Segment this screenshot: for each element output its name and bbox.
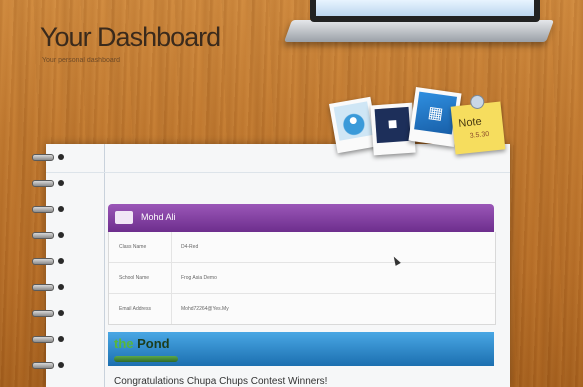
note-title: Note bbox=[457, 115, 483, 130]
page-subtitle: Your personal dashboard bbox=[42, 57, 120, 64]
spiral-ring bbox=[32, 180, 66, 187]
pushpin-icon bbox=[469, 94, 485, 110]
profile-row-value: D4-Red bbox=[181, 244, 199, 250]
spiral-ring bbox=[32, 154, 66, 161]
news-headline[interactable]: Congratulations Chupa Chups Contest Winn… bbox=[114, 376, 327, 387]
photo-album-icon: ● bbox=[346, 111, 360, 130]
profile-card-icon bbox=[115, 211, 133, 224]
spiral-ring bbox=[32, 362, 66, 369]
profile-card-body: Class Name D4-Red School Name Frog Asia … bbox=[108, 232, 496, 325]
notebook-rule bbox=[46, 172, 510, 173]
note-detail: 3.5.30 bbox=[469, 130, 490, 140]
page-title: Your Dashboard bbox=[40, 22, 221, 52]
pond-grass-decoration bbox=[114, 356, 178, 362]
profile-name: Mohd Ali bbox=[141, 212, 176, 222]
profile-row-label: Class Name bbox=[119, 244, 147, 250]
media-polaroid[interactable]: ■ bbox=[370, 102, 416, 156]
media-player-icon: ■ bbox=[387, 115, 399, 134]
spiral-ring bbox=[32, 336, 66, 343]
profile-row-label: School Name bbox=[119, 275, 150, 281]
spiral-ring bbox=[32, 206, 66, 213]
spiral-ring bbox=[32, 258, 66, 265]
pond-logo: the Pond bbox=[114, 336, 170, 351]
pond-banner[interactable]: the Pond bbox=[108, 332, 494, 366]
laptop-screen bbox=[310, 0, 540, 22]
profile-row-value: Frog Asia Demo bbox=[181, 275, 217, 281]
profile-row-value: Mohd72264@Yes.My bbox=[181, 306, 229, 312]
profile-row-label: Email Address bbox=[119, 306, 151, 312]
laptop-base bbox=[283, 20, 555, 42]
spiral-ring bbox=[32, 284, 66, 291]
profile-row: School Name Frog Asia Demo bbox=[109, 263, 495, 294]
profile-card-header: Mohd Ali bbox=[108, 204, 494, 232]
notebook-margin bbox=[104, 144, 105, 387]
spiral-ring bbox=[32, 310, 66, 317]
profile-row: Email Address Mohd72264@Yes.My bbox=[109, 294, 495, 324]
laptop-decoration bbox=[283, 0, 555, 48]
sticky-note[interactable]: Note 3.5.30 bbox=[450, 94, 506, 155]
spiral-ring bbox=[32, 232, 66, 239]
profile-row: Class Name D4-Red bbox=[109, 232, 495, 263]
